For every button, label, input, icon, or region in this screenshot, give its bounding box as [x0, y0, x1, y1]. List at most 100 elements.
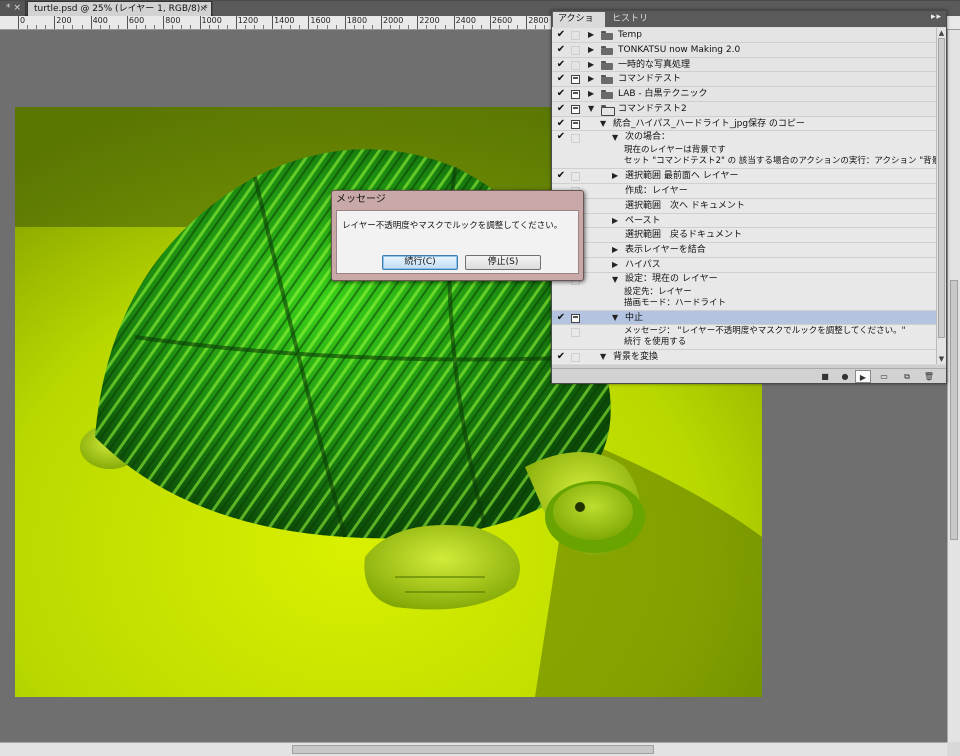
- ruler-tick-label: 1800: [346, 16, 368, 25]
- ruler-minor-tick: [535, 25, 537, 29]
- action-label: 統合_ハイパス_ハードライト_jpg保存 のコピー: [613, 118, 805, 129]
- action-row[interactable]: ✔ ▼ 次の場合： 現在のレイヤーは背景です セット "コマンドテスト2" の 該当する…: [552, 131, 936, 170]
- collapsed-triangle-icon[interactable]: ▶: [612, 169, 618, 184]
- action-label: 作成：レイヤー: [625, 186, 688, 196]
- ruler-minor-tick: [498, 25, 500, 29]
- ruler-minor-tick: [471, 25, 473, 29]
- stop-button[interactable]: 停止(S): [465, 255, 541, 270]
- collapsed-triangle-icon[interactable]: ▶: [588, 58, 594, 73]
- ruler-tick-label: 0: [20, 16, 26, 25]
- ruler-minor-tick: [444, 25, 446, 29]
- tab-actions[interactable]: アクション: [553, 12, 605, 38]
- new-set-icon[interactable]: ▭: [876, 370, 892, 383]
- collapsed-triangle-icon[interactable]: ▶: [588, 72, 594, 87]
- action-list[interactable]: ✔ ▶ Temp ✔ ▶ TONKATSU now Making 2.0 ✔ ▶ 一時的な写真処…: [552, 28, 936, 364]
- trash-icon[interactable]: 🗑: [921, 370, 937, 383]
- folder-icon: [601, 104, 615, 116]
- action-set-row[interactable]: ✔ ▶ コマンドテスト: [552, 72, 936, 87]
- action-detail-text: メッセージ： "レイヤー不透明度やマスクでルックを調整してください。": [624, 326, 906, 337]
- action-row[interactable]: ✔ ▼ 背景を変換: [552, 350, 936, 364]
- document-tab-previous[interactable]: * ×: [0, 1, 26, 16]
- ruler-minor-tick: [335, 25, 337, 29]
- previous-tab-label: *: [6, 3, 11, 13]
- collapsed-triangle-icon[interactable]: ▶: [588, 87, 594, 102]
- action-row[interactable]: 選択範囲 次へ ドキュメント: [552, 198, 936, 214]
- action-row[interactable]: ▶ ペースト: [552, 213, 936, 229]
- action-row[interactable]: 作成：レイヤー: [552, 184, 936, 199]
- ruler-minor-tick: [544, 25, 546, 29]
- document-tab-active[interactable]: turtle.psd @ 25% (レイヤー 1, RGB/8) * ×: [27, 1, 212, 16]
- collapsed-triangle-icon[interactable]: ▶: [612, 243, 618, 258]
- ruler-tick-label: 2600: [491, 16, 513, 25]
- continue-button[interactable]: 続行(C): [382, 255, 458, 270]
- ruler-minor-tick: [145, 25, 147, 29]
- action-row[interactable]: ✔ ▶ 選択範囲 最前面へ レイヤー: [552, 169, 936, 184]
- scroll-down-icon[interactable]: ▼: [937, 354, 946, 364]
- action-set-row[interactable]: ✔ ▼ コマンドテスト2: [552, 101, 936, 117]
- panel-vertical-scrollbar[interactable]: ▲ ▼: [936, 28, 946, 364]
- vertical-scrollbar[interactable]: [947, 30, 960, 742]
- action-label: 選択範囲 最前面へ レイヤー: [625, 171, 739, 182]
- action-row[interactable]: 選択範囲 戻るドキュメント: [552, 228, 936, 243]
- collapsed-triangle-icon[interactable]: ▶: [588, 28, 594, 43]
- stop-icon[interactable]: ■: [817, 370, 833, 383]
- expanded-triangle-icon[interactable]: ▼: [600, 350, 606, 364]
- close-icon[interactable]: ×: [13, 1, 21, 15]
- horizontal-scroll-thumb[interactable]: [292, 745, 654, 754]
- ruler-tick-label: 2800: [528, 16, 549, 25]
- action-row[interactable]: メッセージ： "レイヤー不透明度やマスクでルックを調整してください。" 続行 を使…: [552, 325, 936, 351]
- action-label: 背景を変換: [613, 352, 659, 363]
- action-set-row[interactable]: ✔ ▶ Temp: [552, 28, 936, 43]
- ruler-tick-label: 400: [92, 16, 108, 25]
- ruler-minor-tick: [172, 25, 174, 29]
- ruler-minor-tick: [45, 25, 47, 29]
- ruler-major-tick: [54, 16, 56, 29]
- action-row[interactable]: ✔ ▼ 統合_ハイパス_ハードライト_jpg保存 のコピー: [552, 116, 936, 132]
- action-label: 次の場合：: [625, 132, 671, 143]
- play-icon[interactable]: ▶: [855, 370, 871, 383]
- ruler-tick-label: 1600: [310, 16, 331, 25]
- close-icon[interactable]: ×: [199, 2, 207, 16]
- ruler-minor-tick: [72, 25, 74, 29]
- ruler-major-tick: [18, 16, 19, 29]
- collapsed-triangle-icon[interactable]: ▶: [612, 258, 618, 273]
- ruler-minor-tick: [117, 25, 119, 29]
- action-label: 一時的な写真処理: [618, 59, 691, 70]
- panel-scroll-thumb[interactable]: [938, 38, 945, 338]
- action-set-row[interactable]: ✔ ▶ LAB - 白黒テクニック: [552, 87, 936, 102]
- toggle-dialog-icon[interactable]: [571, 328, 580, 338]
- collapsed-triangle-icon[interactable]: ▶: [612, 214, 618, 229]
- action-set-row[interactable]: ✔ ▶ 一時的な写真処理: [552, 57, 936, 73]
- action-row[interactable]: ▶ ハイパス: [552, 257, 936, 273]
- new-action-icon[interactable]: ⧉: [899, 370, 915, 383]
- expanded-triangle-icon[interactable]: ▼: [612, 132, 618, 143]
- scroll-corner: [947, 742, 960, 756]
- tab-history[interactable]: ヒストリー: [607, 12, 659, 38]
- ruler-minor-tick: [253, 25, 255, 29]
- ruler-minor-tick: [36, 25, 38, 29]
- horizontal-scrollbar[interactable]: [0, 742, 947, 756]
- action-row[interactable]: ▼ 設定：現在の レイヤー 設定先：レイヤー 描画モード：ハードライト: [552, 272, 936, 311]
- action-row[interactable]: ▶ 表示レイヤーを結合: [552, 243, 936, 258]
- action-label: ハイパス: [625, 259, 661, 270]
- record-icon[interactable]: ●: [837, 370, 853, 383]
- action-label: コマンドテスト2: [618, 103, 687, 114]
- expanded-triangle-icon[interactable]: ▼: [612, 311, 618, 326]
- ruler-tick-label: 1400: [274, 16, 295, 25]
- collapsed-triangle-icon[interactable]: ▶: [588, 43, 594, 58]
- ruler-minor-tick: [517, 25, 519, 29]
- active-tab-label: turtle.psd @ 25% (レイヤー 1, RGB/8) *: [34, 4, 208, 14]
- action-set-row[interactable]: ✔ ▶ TONKATSU now Making 2.0: [552, 42, 936, 58]
- vertical-scroll-thumb[interactable]: [950, 280, 958, 540]
- scroll-up-icon[interactable]: ▲: [937, 28, 946, 38]
- action-row[interactable]: ✔ ▼ 中止: [552, 310, 936, 326]
- expanded-triangle-icon[interactable]: ▼: [612, 274, 618, 285]
- ruler-tick-label: 200: [56, 16, 72, 25]
- folder-icon: [601, 90, 613, 99]
- collapse-panel-icon[interactable]: ▸▸: [931, 12, 942, 22]
- expanded-triangle-icon[interactable]: ▼: [600, 117, 606, 132]
- folder-icon: [601, 45, 613, 55]
- expanded-triangle-icon[interactable]: ▼: [588, 102, 594, 117]
- action-label: 設定：現在の レイヤー: [625, 273, 718, 284]
- ruler-tick-label: 2200: [419, 16, 440, 25]
